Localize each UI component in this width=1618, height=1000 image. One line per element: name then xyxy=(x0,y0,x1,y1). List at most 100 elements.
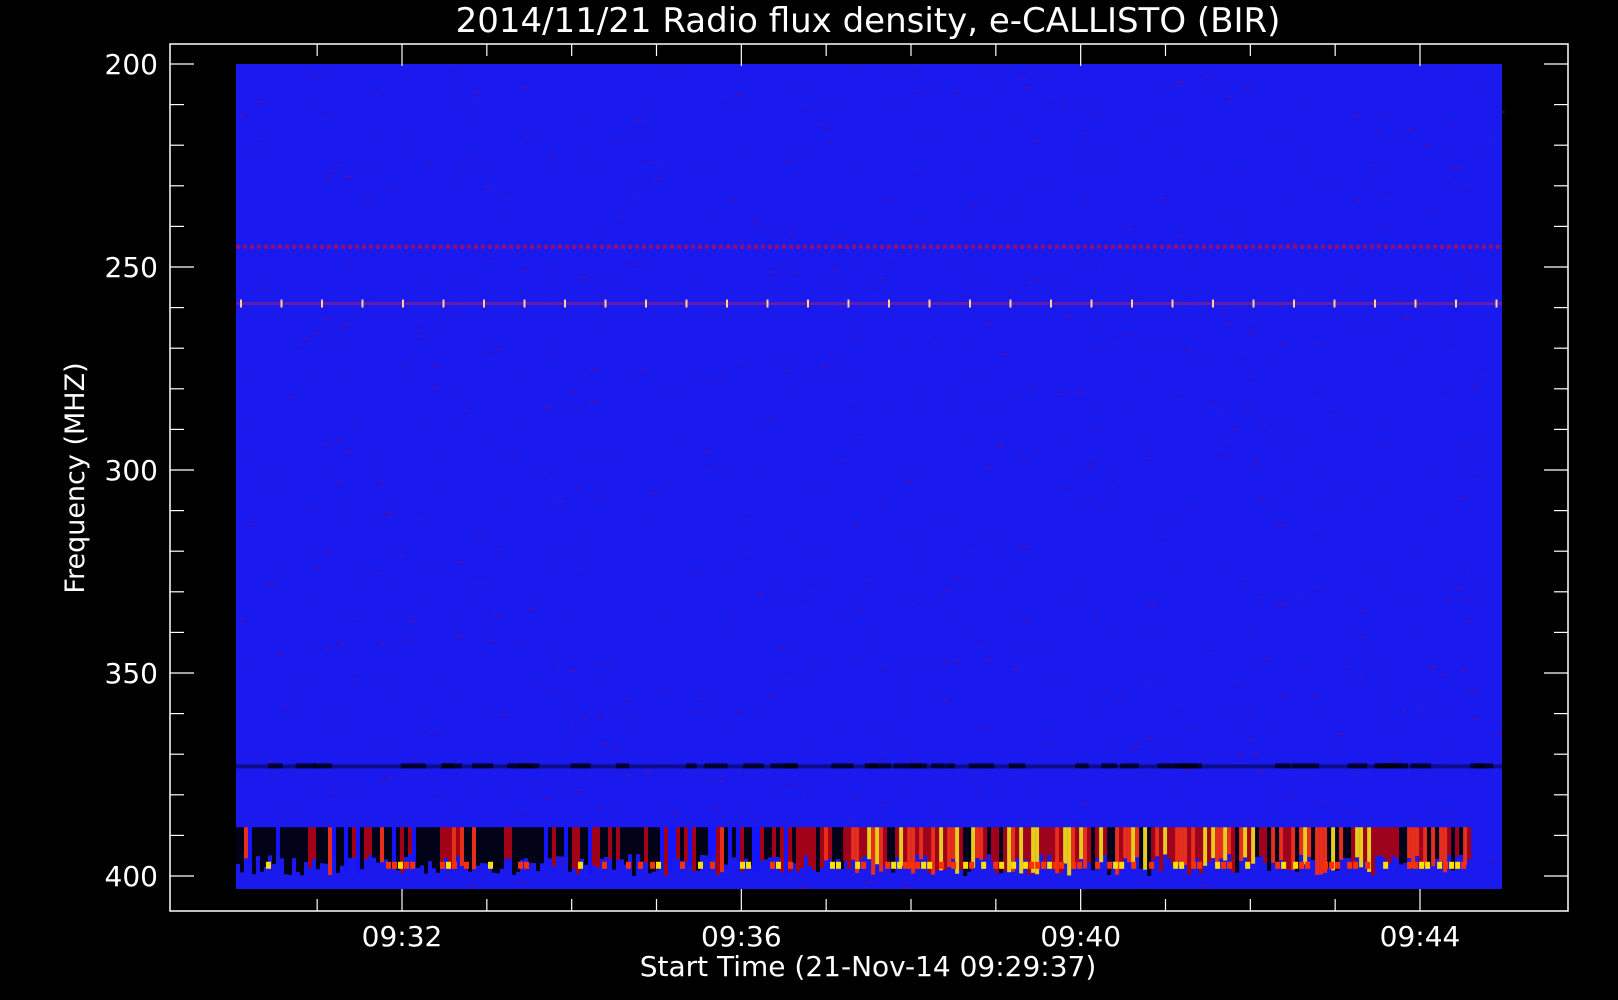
noise-speck xyxy=(352,675,359,678)
burst-column xyxy=(644,827,648,863)
band-segment xyxy=(1062,244,1066,249)
noise-speck xyxy=(984,773,989,776)
band-segment xyxy=(985,244,989,249)
noise-speck xyxy=(1101,151,1105,154)
noise-speck xyxy=(376,93,380,96)
noise-speck xyxy=(430,574,435,577)
band-spike xyxy=(564,299,566,308)
band-segment xyxy=(615,763,630,769)
noise-speck xyxy=(721,102,729,105)
noise-speck xyxy=(386,512,390,515)
burst-column xyxy=(488,827,492,863)
band-segment xyxy=(1291,763,1319,769)
burst-column xyxy=(1351,827,1356,868)
noise-speck xyxy=(398,556,401,559)
noise-speck xyxy=(982,140,989,142)
band-segment xyxy=(726,244,730,249)
burst-column xyxy=(1159,827,1164,872)
noise-speck xyxy=(561,866,567,869)
noise-speck xyxy=(484,352,492,355)
noise-speck xyxy=(856,335,862,338)
burst-column xyxy=(388,827,392,868)
noise-speck xyxy=(828,356,832,358)
band-segment xyxy=(712,244,716,249)
burst-column xyxy=(1111,827,1116,862)
noise-speck xyxy=(346,264,352,267)
noise-speck xyxy=(1488,140,1492,143)
noise-speck xyxy=(989,74,997,77)
noise-speck xyxy=(1497,232,1502,235)
band-segment xyxy=(1244,244,1248,249)
noise-speck xyxy=(789,232,796,235)
noise-speck xyxy=(1014,395,1022,398)
band-segment xyxy=(1202,244,1206,249)
noise-speck xyxy=(238,455,244,458)
noise-speck xyxy=(618,457,624,460)
burst-column xyxy=(464,827,468,866)
burst-hotspot xyxy=(1221,861,1227,869)
burst-column xyxy=(1167,827,1172,859)
band-segment xyxy=(621,244,625,249)
band-spike xyxy=(1414,299,1417,308)
noise-speck xyxy=(743,803,748,806)
band-segment xyxy=(320,244,324,249)
band-segment xyxy=(733,244,737,249)
noise-speck xyxy=(1281,602,1290,605)
burst-column xyxy=(404,827,408,857)
burst-column xyxy=(1247,827,1252,865)
band-segment xyxy=(432,244,436,249)
noise-speck xyxy=(1221,218,1224,220)
noise-speck xyxy=(438,676,444,678)
noise-speck xyxy=(1382,425,1389,428)
burst-column xyxy=(1339,827,1344,860)
burst-column xyxy=(1459,827,1464,855)
noise-speck xyxy=(239,618,246,621)
band-segment xyxy=(770,763,799,769)
burst-column xyxy=(1171,827,1176,866)
band-segment xyxy=(754,244,758,249)
noise-speck xyxy=(1031,140,1039,143)
noise-speck xyxy=(1023,86,1032,89)
noise-speck xyxy=(710,219,714,221)
noise-speck xyxy=(866,578,871,581)
noise-speck xyxy=(1410,300,1415,302)
band-segment xyxy=(243,244,247,249)
noise-speck xyxy=(330,796,338,799)
noise-speck xyxy=(567,669,575,672)
noise-speck xyxy=(576,789,584,792)
noise-speck xyxy=(591,488,596,491)
band-segment xyxy=(1470,763,1484,769)
noise-speck xyxy=(781,672,789,675)
noise-speck xyxy=(1190,259,1194,262)
band-segment xyxy=(1265,244,1269,249)
band-segment xyxy=(831,244,835,249)
noise-speck xyxy=(1252,751,1259,754)
band-segment xyxy=(1209,244,1213,249)
noise-speck xyxy=(900,718,906,721)
band-segment xyxy=(537,244,541,249)
noise-speck xyxy=(543,797,551,800)
band-segment xyxy=(880,244,884,249)
noise-speck xyxy=(1178,234,1183,237)
band-segment xyxy=(250,244,254,249)
noise-speck xyxy=(874,729,882,732)
noise-speck xyxy=(497,548,502,551)
burst-column xyxy=(1139,827,1144,869)
noise-speck xyxy=(1131,295,1139,298)
noise-speck xyxy=(1280,485,1283,488)
burst-column xyxy=(867,827,872,860)
noise-speck xyxy=(779,646,786,649)
noise-speck xyxy=(793,271,798,274)
burst-column xyxy=(1439,827,1444,862)
burst-column xyxy=(1375,827,1380,857)
burst-hotspot xyxy=(1029,861,1035,869)
noise-speck xyxy=(730,719,736,722)
band-segment xyxy=(1237,244,1241,249)
burst-column xyxy=(524,827,528,859)
noise-speck xyxy=(267,582,276,584)
band-segment xyxy=(915,244,919,249)
burst-hotspot xyxy=(1455,861,1461,869)
noise-speck xyxy=(365,873,373,876)
band-segment xyxy=(893,763,921,769)
noise-speck xyxy=(801,151,805,154)
